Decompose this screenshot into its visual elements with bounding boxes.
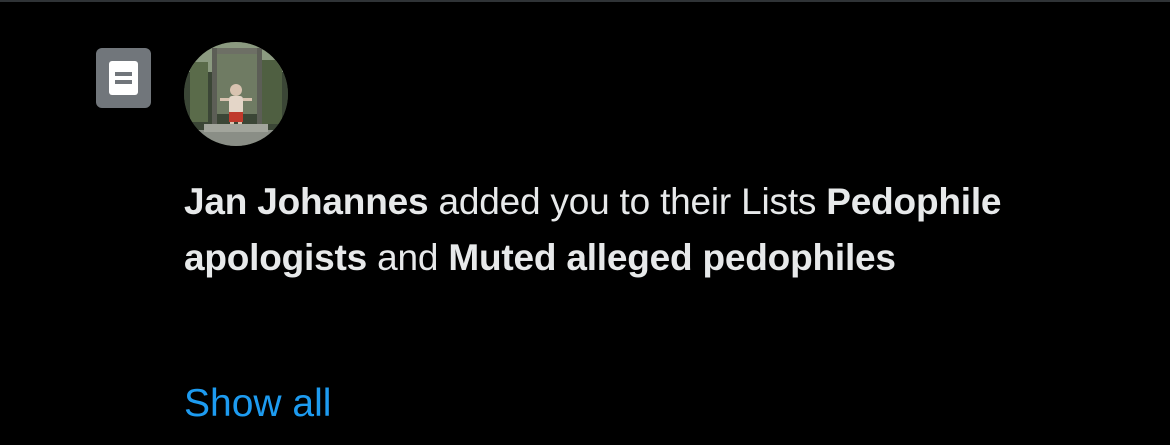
actor-name[interactable]: Jan Johannes xyxy=(184,181,429,222)
avatar[interactable] xyxy=(184,42,288,146)
show-all-link[interactable]: Show all xyxy=(184,376,331,432)
notification-message: Jan Johannes added you to their Lists Pe… xyxy=(184,174,1084,286)
list-added-notification[interactable]: Jan Johannes added you to their Lists Pe… xyxy=(0,2,1170,445)
list-icon xyxy=(96,48,151,108)
list-name-two[interactable]: Muted alleged pedophiles xyxy=(448,237,896,278)
action-text: added you to their Lists xyxy=(428,181,827,222)
list-lines-icon xyxy=(109,61,138,95)
avatar-photo xyxy=(184,42,288,146)
conjunction-text: and xyxy=(367,237,449,278)
